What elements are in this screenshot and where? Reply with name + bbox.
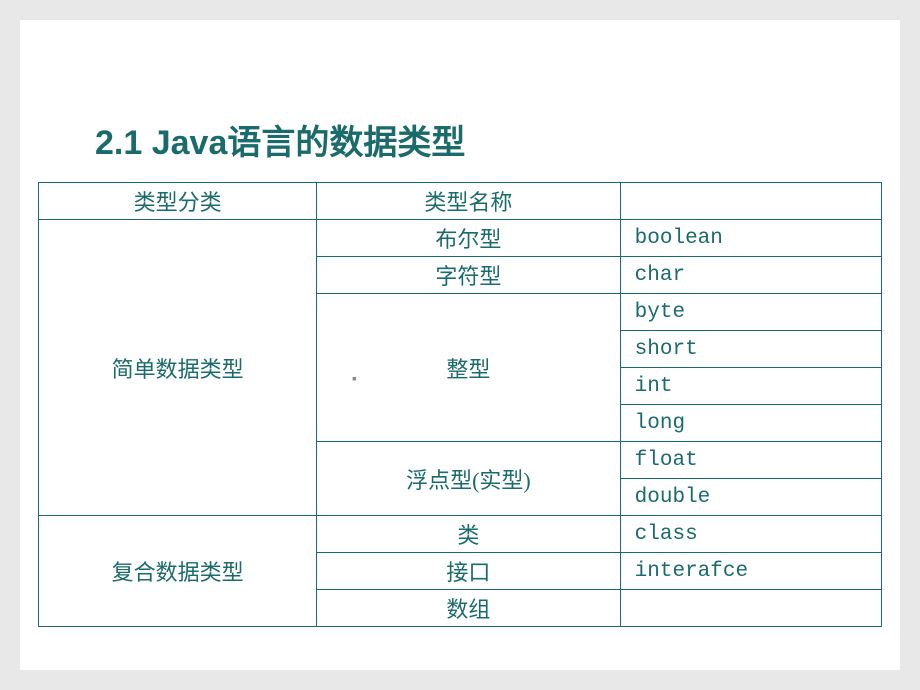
type-name: 接口: [317, 553, 620, 590]
slide-title: 2.1 Java语言的数据类型: [20, 20, 900, 182]
type-keyword: boolean: [620, 220, 881, 257]
type-name: 布尔型: [317, 220, 620, 257]
slide-container: 2.1 Java语言的数据类型 ▪ 类型分类 类型名称 简单数据类型 布尔型 b…: [20, 20, 900, 670]
header-keyword: [620, 183, 881, 220]
category-complex: 复合数据类型: [39, 516, 317, 627]
type-keyword: short: [620, 331, 881, 368]
type-name: 浮点型(实型): [317, 442, 620, 516]
type-name: 字符型: [317, 257, 620, 294]
header-category: 类型分类: [39, 183, 317, 220]
type-keyword: class: [620, 516, 881, 553]
type-name: 类: [317, 516, 620, 553]
type-keyword: double: [620, 479, 881, 516]
category-simple: 简单数据类型: [39, 220, 317, 516]
type-keyword: [620, 590, 881, 627]
bullet-marker: ▪: [352, 370, 357, 386]
table-container: 类型分类 类型名称 简单数据类型 布尔型 boolean 字符型 char 整型…: [20, 182, 900, 627]
header-name: 类型名称: [317, 183, 620, 220]
type-keyword: long: [620, 405, 881, 442]
type-keyword: int: [620, 368, 881, 405]
type-keyword: char: [620, 257, 881, 294]
type-keyword: interafce: [620, 553, 881, 590]
table-row: 简单数据类型 布尔型 boolean: [39, 220, 882, 257]
type-name: 数组: [317, 590, 620, 627]
type-keyword: float: [620, 442, 881, 479]
type-name: 整型: [317, 294, 620, 442]
type-keyword: byte: [620, 294, 881, 331]
data-types-table: 类型分类 类型名称 简单数据类型 布尔型 boolean 字符型 char 整型…: [38, 182, 882, 627]
table-header-row: 类型分类 类型名称: [39, 183, 882, 220]
table-row: 复合数据类型 类 class: [39, 516, 882, 553]
